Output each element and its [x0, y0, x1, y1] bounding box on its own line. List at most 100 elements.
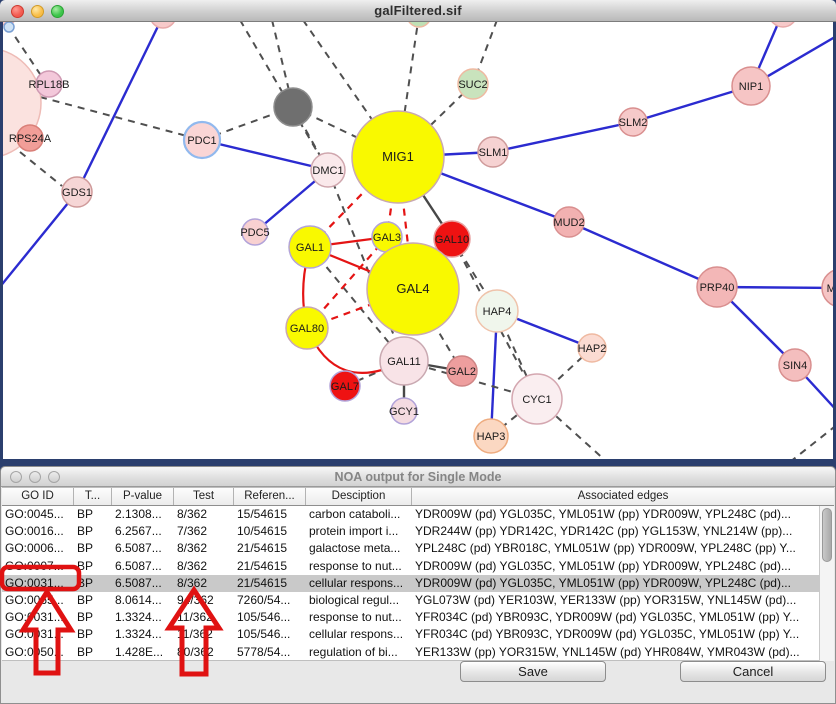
node-GAL80[interactable]: GAL80 — [286, 307, 328, 349]
column-header-t-[interactable]: T... — [74, 488, 112, 505]
node-label: RPL18B — [29, 79, 70, 91]
save-button[interactable]: Save — [460, 661, 606, 682]
node-label: SUC2 — [458, 79, 487, 91]
edge-SLM1-SLM2[interactable] — [493, 122, 633, 152]
node-PRP40[interactable]: PRP40 — [697, 267, 737, 307]
column-header-go-id[interactable]: GO ID — [2, 488, 74, 505]
noa-window-title: NOA output for Single Mode — [1, 470, 835, 484]
cell-test: 7/362 — [174, 523, 234, 540]
cell-test: 94/362 — [174, 592, 234, 609]
table-row[interactable]: GO:0006...BP6.5087...8/36221/54615galact… — [2, 540, 819, 557]
column-header-desciption[interactable]: Desciption — [306, 488, 412, 505]
cell-reference: 105/546... — [234, 609, 306, 626]
node-MUD2[interactable]: MUD2 — [553, 207, 584, 237]
edge-GDS1-pt[interactable] — [3, 192, 77, 293]
cell-p-value: 6.5087... — [112, 558, 174, 575]
node-label: CYC1 — [522, 394, 551, 406]
table-scrollbar[interactable] — [819, 506, 834, 661]
node-label: NIP1 — [739, 81, 763, 93]
edge-pt-pt[interactable] — [790, 424, 833, 459]
node-topRightPink[interactable] — [769, 22, 797, 27]
node-GAL7[interactable]: GAL7 — [330, 371, 360, 401]
node-label: GAL11 — [387, 356, 420, 368]
node-SUC2[interactable]: SUC2 — [458, 69, 488, 99]
node-topGreen[interactable] — [407, 22, 431, 27]
cancel-button[interactable]: Cancel — [680, 661, 826, 682]
node-SLM2[interactable]: SLM2 — [619, 108, 648, 136]
node-GAL4[interactable]: GAL4 — [367, 243, 459, 335]
edge-pt-GDS1[interactable] — [77, 22, 163, 192]
cell-p-value: 6.5087... — [112, 540, 174, 557]
network-window-title: galFiltered.sif — [0, 3, 836, 18]
column-header-referen-[interactable]: Referen... — [234, 488, 306, 505]
table-row[interactable]: GO:0065...BP8.0614...94/3627260/54...bio… — [2, 592, 819, 609]
cell-go-id: GO:0007... — [2, 558, 74, 575]
column-header-p-value[interactable]: P-value — [112, 488, 174, 505]
node-GDS1[interactable]: GDS1 — [62, 177, 92, 207]
node-label: GAL7 — [331, 381, 359, 393]
node-PDC5[interactable]: PDC5 — [240, 219, 269, 245]
table-row[interactable]: GO:0007...BP6.5087...8/36221/54615respon… — [2, 558, 819, 575]
cell-go-id: GO:0006... — [2, 540, 74, 557]
node-label: MSL1 — [827, 283, 833, 295]
cell-p-value: 6.2567... — [112, 523, 174, 540]
node-label: PRP40 — [700, 282, 735, 294]
cell-reference: 21/54615 — [234, 558, 306, 575]
network-window-titlebar: galFiltered.sif — [0, 0, 836, 22]
node-GAL1[interactable]: GAL1 — [289, 226, 331, 268]
node-label: GCY1 — [389, 406, 419, 418]
node-HAP2[interactable]: HAP2 — [578, 334, 607, 362]
edge-MUD2-PRP40[interactable] — [569, 222, 717, 287]
node-MSL1[interactable]: MSL1 — [822, 269, 833, 307]
node-CYC1[interactable]: CYC1 — [512, 374, 562, 424]
edge-pt-pt[interactable] — [20, 152, 62, 186]
cell-test: 8/362 — [174, 558, 234, 575]
table-row[interactable]: GO:0045...BP2.1308...8/36215/54615carbon… — [2, 506, 819, 523]
node-DMC1[interactable]: DMC1 — [311, 153, 345, 187]
node-GCY1[interactable]: GCY1 — [389, 398, 419, 424]
cell-type: BP — [74, 523, 112, 540]
node-label: GAL1 — [296, 242, 324, 254]
node-grayNode[interactable] — [274, 88, 312, 126]
cell-p-value: 1.428E... — [112, 644, 174, 661]
scrollbar-thumb[interactable] — [822, 508, 832, 562]
cell-type: BP — [74, 558, 112, 575]
table-row[interactable]: GO:0031...BP1.3324...11/362105/546...res… — [2, 609, 819, 626]
cell-description: protein import i... — [306, 523, 412, 540]
cell-edges: YDR009W (pd) YGL035C, YML051W (pp) YDR00… — [412, 575, 819, 592]
node-GAL2[interactable]: GAL2 — [447, 356, 477, 386]
column-header-associated-edges[interactable]: Associated edges — [412, 488, 834, 505]
node-cornerBlue[interactable] — [4, 22, 14, 32]
node-topPink[interactable] — [150, 22, 176, 28]
cell-description: response to nut... — [306, 558, 412, 575]
node-PDC1[interactable]: PDC1 — [184, 122, 220, 158]
node-SLM1[interactable]: SLM1 — [478, 137, 508, 167]
cell-go-id: GO:0050... — [2, 644, 74, 661]
table-row-selected[interactable]: GO:0031...BP6.5087...8/36221/54615cellul… — [2, 575, 819, 592]
table-row[interactable]: GO:0031...BP1.3324...11/362105/546...cel… — [2, 626, 819, 643]
table-row[interactable]: GO:0016...BP6.2567...7/36210/54615protei… — [2, 523, 819, 540]
table-row[interactable]: GO:0050...BP1.428E...80/3625778/54...reg… — [2, 644, 819, 661]
network-graph[interactable]: RPL18B RPS24A GDS1 PDC1 PDC5 DMC1 MIG1 SUC2 SLM1… — [3, 22, 833, 459]
node-NIP1[interactable]: NIP1 — [732, 67, 770, 105]
node-label: HAP2 — [578, 343, 607, 355]
cell-test: 80/362 — [174, 644, 234, 661]
node-GAL11[interactable]: GAL11 — [380, 337, 428, 385]
cell-description: carbon cataboli... — [306, 506, 412, 523]
column-header-test[interactable]: Test — [174, 488, 234, 505]
network-window: galFiltered.sif RPL18B RPS24A GDS1 PDC1 PDC5… — [0, 0, 836, 459]
node-HAP3[interactable]: HAP3 — [474, 419, 508, 453]
node-label: SLM2 — [619, 117, 648, 129]
node-HAP4[interactable]: HAP4 — [476, 290, 518, 332]
noa-window: NOA output for Single Mode GO IDT...P-va… — [0, 466, 836, 704]
edge-PDC1-DMC1[interactable] — [202, 140, 328, 170]
node-label: GAL4 — [396, 281, 429, 296]
cell-edges: YDR009W (pd) YGL035C, YML051W (pp) YDR00… — [412, 558, 819, 575]
node-label: MIG1 — [382, 149, 414, 164]
node-label: RPS24A — [9, 133, 52, 145]
node-SIN4[interactable]: SIN4 — [779, 349, 811, 381]
node-label: PDC5 — [240, 227, 269, 239]
node-MIG1[interactable]: MIG1 — [352, 111, 444, 203]
network-canvas[interactable]: RPL18B RPS24A GDS1 PDC1 PDC5 DMC1 MIG1 SUC2 SLM1… — [3, 22, 833, 459]
cell-reference: 21/54615 — [234, 540, 306, 557]
